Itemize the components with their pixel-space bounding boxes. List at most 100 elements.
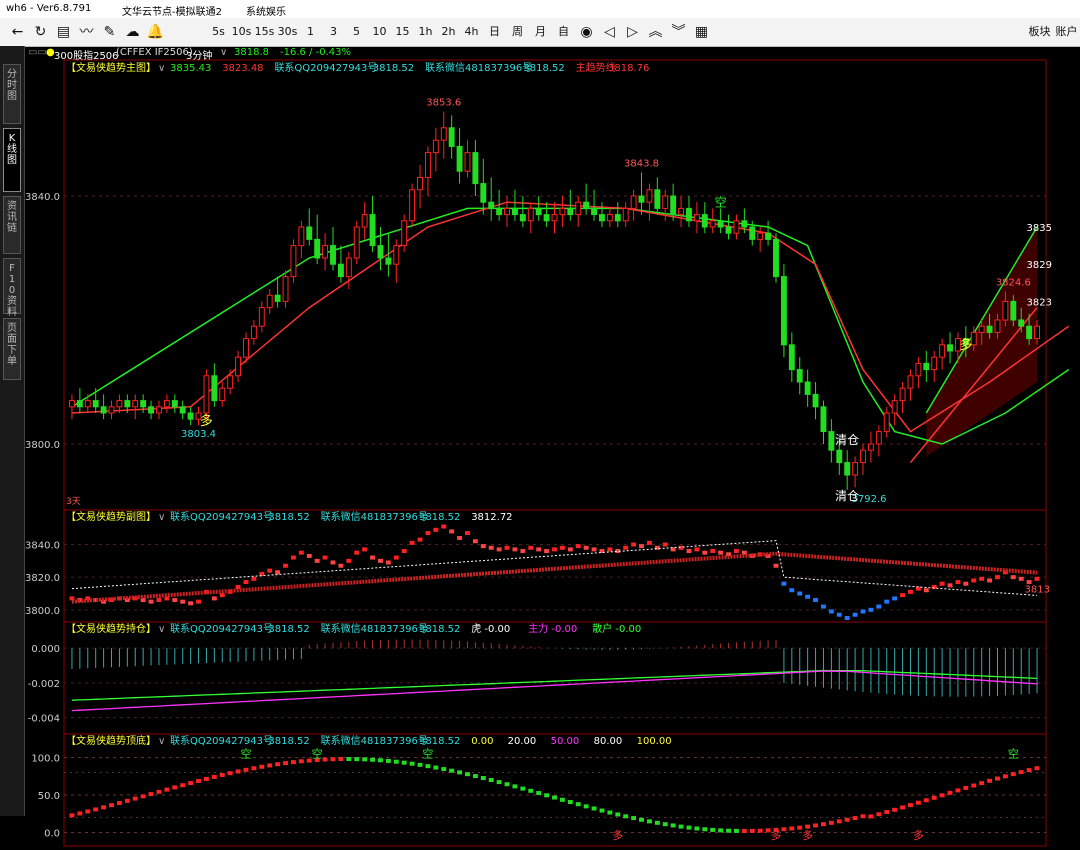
system-menu[interactable]: 系统娱乐 [246, 3, 286, 18]
sub1-block [702, 550, 708, 555]
sub3-block [908, 803, 913, 808]
candle [211, 363, 218, 407]
candle [361, 202, 368, 240]
toolbar-button-1[interactable]: 账户 [1053, 18, 1080, 46]
sub1-block [378, 558, 383, 563]
period-button-10[interactable]: 10 [368, 18, 391, 46]
period-button-日[interactable]: 日 [483, 18, 506, 46]
sub1-block [591, 547, 597, 552]
candle-body [741, 220, 748, 228]
period-button-15[interactable]: 15 [391, 18, 414, 46]
chart-trend-icon[interactable]: 〰 [75, 18, 98, 46]
arrow-left-icon[interactable]: ◁ [598, 18, 621, 46]
candle-body [693, 214, 700, 222]
sub3-block [346, 757, 352, 762]
sub1-block [322, 555, 328, 560]
sub3-block [559, 797, 565, 802]
sub1-block [275, 570, 281, 575]
period-button-1h[interactable]: 1h [414, 18, 437, 46]
sub3-block [283, 761, 288, 766]
sub1-block [773, 563, 779, 568]
candle-body [92, 400, 99, 408]
sub3-block [662, 822, 668, 827]
candle-body [100, 406, 107, 414]
sub1-block [1026, 580, 1032, 585]
candle [899, 382, 906, 413]
candle-body [733, 220, 740, 234]
arrow-right-icon[interactable]: ▷ [621, 18, 644, 46]
sub1-block [1018, 576, 1024, 581]
toolbar-button-0[interactable]: 板块 [1026, 18, 1053, 46]
annotation-low-left: 3803.4 [181, 429, 216, 440]
sub1-block [821, 604, 826, 609]
candle-body [780, 276, 787, 346]
candle [219, 382, 226, 407]
candle-body [986, 325, 993, 333]
sub1-block [844, 616, 850, 620]
candle [480, 158, 487, 215]
eye-icon[interactable]: ◉ [575, 18, 598, 46]
sub3-block [259, 764, 265, 769]
back-arrow-icon[interactable]: ← [6, 18, 29, 46]
period-button-2h[interactable]: 2h [437, 18, 460, 46]
sub3-y-tick-1: 50.0 [38, 791, 60, 802]
sub3-block [710, 827, 716, 832]
candle-body [417, 176, 423, 191]
sub3-sell-signal-1: 空 [312, 746, 323, 760]
period-button-4h[interactable]: 4h [460, 18, 483, 46]
period-button-15s[interactable]: 15s [253, 18, 276, 46]
chevron-down-icon[interactable]: ︾ [667, 18, 690, 46]
candle [393, 239, 400, 283]
sub3-block [884, 810, 890, 815]
sub1-block [781, 581, 787, 586]
refresh-icon[interactable]: ↻ [29, 18, 52, 46]
server-node: 文华云节点-模拟联通2 [122, 7, 222, 18]
draw-tool-icon[interactable]: ✎ [98, 18, 121, 46]
sub1-block [457, 535, 463, 540]
period-button-自[interactable]: 自 [552, 18, 575, 46]
cloud-sync-icon[interactable]: ☁ [121, 18, 144, 46]
period-button-5[interactable]: 5 [345, 18, 368, 46]
grid-icon[interactable]: ▦ [690, 18, 713, 46]
sub3-block [552, 795, 557, 800]
sub3-block [781, 827, 787, 832]
sub3-block [987, 778, 993, 783]
period-button-5s[interactable]: 5s [207, 18, 230, 46]
chevron-up-icon[interactable]: ︽ [644, 18, 667, 46]
candle-body [773, 238, 779, 278]
sub3-block [156, 789, 162, 794]
candle-body [243, 338, 249, 358]
sub3-block [275, 762, 281, 767]
period-button-3[interactable]: 3 [322, 18, 345, 46]
candle-body [156, 406, 162, 414]
sub3-block [251, 766, 257, 771]
sub3-block [931, 795, 937, 800]
period-button-10s[interactable]: 10s [230, 18, 253, 46]
candle [804, 369, 811, 407]
candle-body [219, 387, 226, 402]
candle [725, 214, 732, 240]
candle [796, 357, 803, 395]
period-button-月[interactable]: 月 [529, 18, 552, 46]
chart-area[interactable]: 3840.03800.03853.63843.83803.4多3792.6清仓清… [0, 46, 1080, 850]
period-button-周[interactable]: 周 [506, 18, 529, 46]
period-button-30s[interactable]: 30s [276, 18, 299, 46]
sub2-wx_val: 3818.52 [419, 624, 460, 635]
candle-body [511, 207, 518, 216]
bell-icon[interactable]: 🔔 [144, 18, 167, 46]
sub1-last-label: 3813 [1025, 585, 1050, 596]
sub3-block [172, 785, 178, 790]
sub1-block [884, 599, 890, 604]
candle-body [828, 431, 835, 451]
sub1-block [496, 547, 502, 552]
sub1-block [409, 540, 415, 545]
report-icon[interactable]: ▤ [52, 18, 75, 46]
sub3-block [93, 807, 99, 812]
candle [148, 400, 155, 420]
sub3-block [465, 772, 470, 777]
candle-body [575, 201, 582, 216]
period-button-1[interactable]: 1 [299, 18, 322, 46]
sub3-block [639, 817, 644, 822]
candle [883, 406, 890, 438]
candle-body [504, 207, 510, 216]
